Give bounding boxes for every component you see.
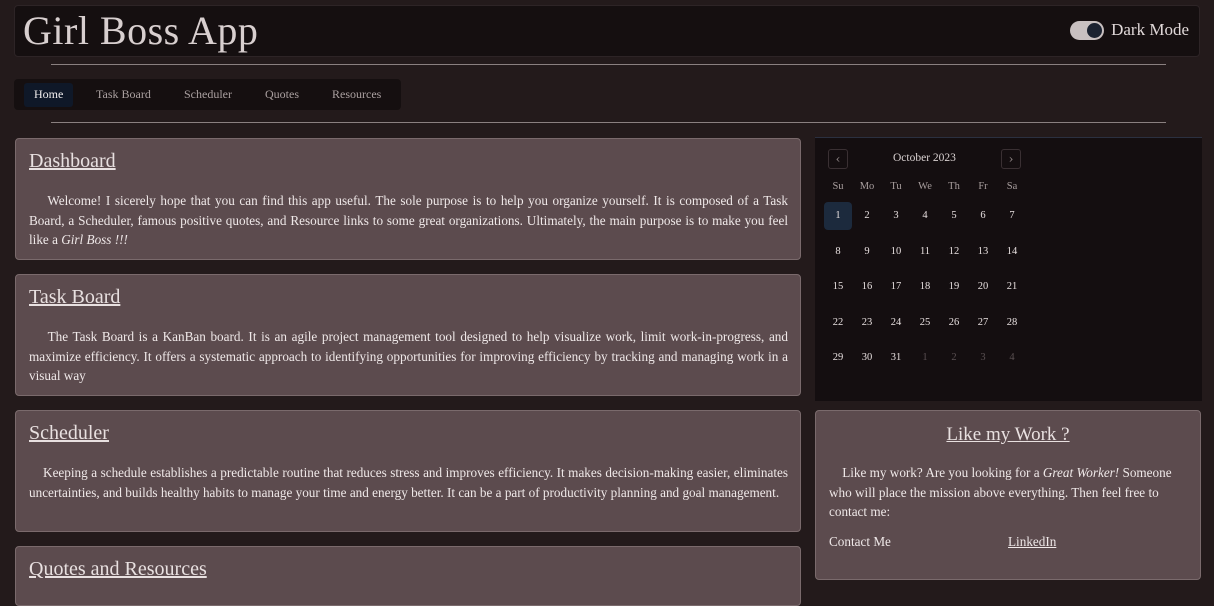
calendar-day[interactable]: 25 [911, 309, 939, 337]
calendar-day[interactable]: 18 [911, 273, 939, 301]
calendar-weekday: Sa [1006, 181, 1018, 192]
calendar-day[interactable]: 3 [969, 344, 997, 372]
scheduler-text: Keeping a schedule establishes a predict… [29, 465, 789, 500]
calendar-day[interactable]: 24 [882, 309, 910, 337]
calendar-day[interactable]: 13 [969, 238, 997, 266]
quotes-title: Quotes and Resources [29, 558, 207, 580]
calendar-day[interactable]: 29 [824, 344, 852, 372]
calendar-day[interactable]: 8 [824, 238, 852, 266]
calendar-day[interactable]: 4 [998, 344, 1026, 372]
calendar-day[interactable]: 6 [969, 202, 997, 230]
calendar-day[interactable]: 5 [940, 202, 968, 230]
calendar-day[interactable]: 26 [940, 309, 968, 337]
calendar-day[interactable]: 19 [940, 273, 968, 301]
calendar-day[interactable]: 9 [853, 238, 881, 266]
calendar-day[interactable]: 16 [853, 273, 881, 301]
calendar-next-icon[interactable]: › [1001, 149, 1021, 169]
calendar-weekday: Fr [978, 181, 988, 192]
calendar-day[interactable]: 2 [940, 344, 968, 372]
divider-top [51, 64, 1166, 65]
like-text: Like my work? Are you looking for a Grea… [829, 465, 1172, 519]
calendar-weekday: We [918, 181, 932, 192]
calendar-day[interactable]: 11 [911, 238, 939, 266]
calendar: ‹ October 2023 › Su Mo Tu We Th Fr Sa 1 2 3 4 5 6 7 8 9… [815, 137, 1202, 401]
calendar-day[interactable]: 31 [882, 344, 910, 372]
toggle-knob [1087, 22, 1103, 38]
linkedin-link[interactable]: LinkedIn [1008, 534, 1056, 550]
like-my-work-card: Like my Work ? Like my work? Are you loo… [815, 410, 1201, 580]
app-title: Girl Boss App [23, 8, 259, 53]
divider-bottom [51, 122, 1166, 123]
calendar-day[interactable]: 28 [998, 309, 1026, 337]
dark-mode-toggle[interactable] [1070, 20, 1105, 40]
calendar-day[interactable]: 30 [853, 344, 881, 372]
calendar-day[interactable]: 12 [940, 238, 968, 266]
calendar-weekday: Tu [890, 181, 902, 192]
scheduler-title: Scheduler [29, 422, 109, 444]
calendar-day[interactable]: 14 [998, 238, 1026, 266]
task-board-card: Task Board The Task Board is a KanBan bo… [15, 274, 801, 396]
calendar-day[interactable]: 7 [998, 202, 1026, 230]
like-title: Like my Work ? [946, 424, 1070, 445]
calendar-day[interactable]: 20 [969, 273, 997, 301]
dashboard-title: Dashboard [29, 150, 116, 172]
calendar-day[interactable]: 1 [824, 202, 852, 230]
quotes-card: Quotes and Resources [15, 546, 801, 606]
calendar-day[interactable]: 4 [911, 202, 939, 230]
dashboard-card: Dashboard Welcome! I sicerely hope that … [15, 138, 801, 260]
calendar-day[interactable]: 10 [882, 238, 910, 266]
calendar-day[interactable]: 21 [998, 273, 1026, 301]
nav-quotes[interactable]: Quotes [255, 86, 309, 110]
calendar-day[interactable]: 27 [969, 309, 997, 337]
calendar-day[interactable]: 2 [853, 202, 881, 230]
calendar-day[interactable]: 1 [911, 344, 939, 372]
like-emphasis: Great Worker! [1042, 465, 1120, 480]
nav-resources[interactable]: Resources [322, 86, 391, 110]
calendar-weekday: Th [948, 181, 960, 192]
calendar-weekday: Mo [859, 181, 875, 192]
nav-task-board[interactable]: Task Board [86, 86, 161, 110]
main-nav: Home Task Board Scheduler Quotes Resourc… [14, 79, 401, 110]
dashboard-emphasis: Girl Boss !!! [61, 232, 128, 247]
calendar-day[interactable]: 22 [824, 309, 852, 337]
calendar-day[interactable]: 3 [882, 202, 910, 230]
dark-mode-label: Dark Mode [1111, 20, 1189, 39]
task-board-title: Task Board [29, 286, 121, 308]
dashboard-text: Welcome! I sicerely hope that you can fi… [29, 193, 788, 247]
dark-mode-control[interactable]: Dark Mode [1070, 20, 1189, 40]
app-header: Girl Boss App Dark Mode [14, 5, 1200, 57]
contact-label: Contact Me [829, 534, 891, 549]
nav-scheduler[interactable]: Scheduler [174, 86, 242, 110]
calendar-weekday: Su [832, 181, 844, 192]
calendar-month: October 2023 [893, 152, 956, 164]
calendar-day[interactable]: 15 [824, 273, 852, 301]
scheduler-card: Scheduler Keeping a schedule establishes… [15, 410, 801, 532]
nav-home[interactable]: Home [24, 83, 74, 107]
calendar-day[interactable]: 23 [853, 309, 881, 337]
calendar-prev-icon[interactable]: ‹ [828, 149, 848, 169]
calendar-day[interactable]: 17 [882, 273, 910, 301]
task-board-text: The Task Board is a KanBan board. It is … [29, 329, 788, 383]
